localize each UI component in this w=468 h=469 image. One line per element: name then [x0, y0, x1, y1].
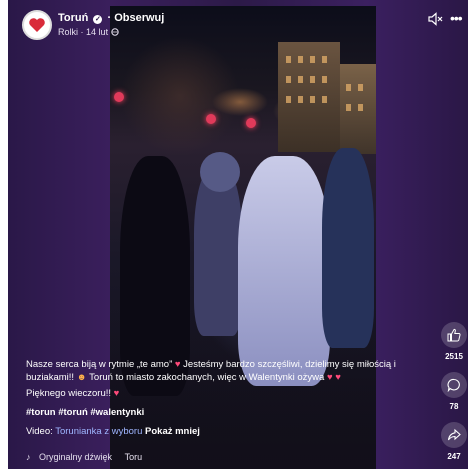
page-name[interactable]: Toruń	[58, 12, 88, 24]
heart-icon: ♥	[113, 388, 120, 399]
kissing-face-icon: ☻	[76, 372, 87, 383]
follow-button[interactable]: Obserwuj	[114, 12, 164, 24]
separator-dot: ·	[107, 12, 112, 24]
heart-light-decoration	[246, 118, 256, 128]
music-note-icon: ♪	[26, 452, 31, 462]
share-action: 247	[440, 422, 468, 461]
comment-action: 78	[440, 372, 468, 411]
street-tree	[120, 36, 240, 156]
show-less-button[interactable]: Pokaż mniej	[145, 426, 200, 437]
heart-icon: ♥	[335, 372, 341, 383]
heart-light-decoration	[206, 114, 216, 124]
building	[340, 64, 376, 154]
verified-badge-icon: ✓	[93, 15, 103, 24]
credit-label: Video:	[26, 426, 53, 437]
caption-text: Nasze serca biją w rytmie „te amo”	[26, 359, 173, 370]
heart-icon: ♥	[174, 359, 181, 370]
reel-viewer: Toruń ✓ · Obserwuj Rolki · 14 lut ••• 25…	[8, 0, 468, 469]
dancer-white-jacket	[238, 156, 330, 386]
building	[278, 42, 340, 152]
globe-icon	[110, 28, 119, 36]
heart-light-decoration	[114, 92, 124, 102]
post-caption: Nasze serca biją w rytmie „te amo” ♥ Jes…	[26, 358, 426, 441]
dancer	[322, 148, 374, 348]
speaker-muted-icon[interactable]	[428, 12, 444, 26]
reels-link[interactable]: Rolki	[58, 27, 78, 37]
comment-button[interactable]	[441, 372, 467, 398]
hashtags[interactable]: #torun #toruń #walentynki	[26, 406, 426, 419]
share-count: 247	[447, 452, 461, 461]
separator-dot: ·	[80, 27, 84, 37]
post-meta: Rolki · 14 lut	[58, 27, 119, 37]
heart-logo-icon	[29, 18, 45, 32]
comment-count: 78	[449, 402, 459, 411]
caption-text: Pięknego wieczoru!!	[26, 388, 112, 399]
page-avatar[interactable]	[22, 10, 52, 40]
more-dots-icon[interactable]: •••	[450, 11, 463, 25]
thumbs-up-icon	[447, 328, 461, 342]
like-action: 2515	[440, 322, 468, 361]
caption-text: Toruń to miasto zakochanych, więc w Wale…	[89, 372, 325, 383]
audio-track: Toru	[124, 452, 143, 462]
page-title-row: Toruń ✓ · Obserwuj	[58, 12, 164, 24]
audio-label: Oryginalny dźwięk	[39, 452, 113, 462]
dancer-head	[200, 152, 240, 192]
like-count: 2515	[445, 352, 463, 361]
caption-paragraph: Pięknego wieczoru!! ♥	[26, 387, 426, 400]
share-button[interactable]	[441, 422, 467, 448]
post-date[interactable]: 14 lut	[86, 27, 108, 37]
credit-link[interactable]: Torunianka z wyboru	[55, 426, 142, 437]
comment-bubble-icon	[447, 378, 460, 392]
audio-info[interactable]: ♪ Oryginalny dźwięk Toru	[26, 452, 142, 462]
video-credit: Video: Torunianka z wyboru Pokaż mniej	[26, 425, 426, 438]
caption-paragraph: Nasze serca biją w rytmie „te amo” ♥ Jes…	[26, 358, 426, 384]
like-button[interactable]	[441, 322, 467, 348]
share-arrow-icon	[447, 428, 461, 441]
heart-icon: ♥	[326, 372, 333, 383]
